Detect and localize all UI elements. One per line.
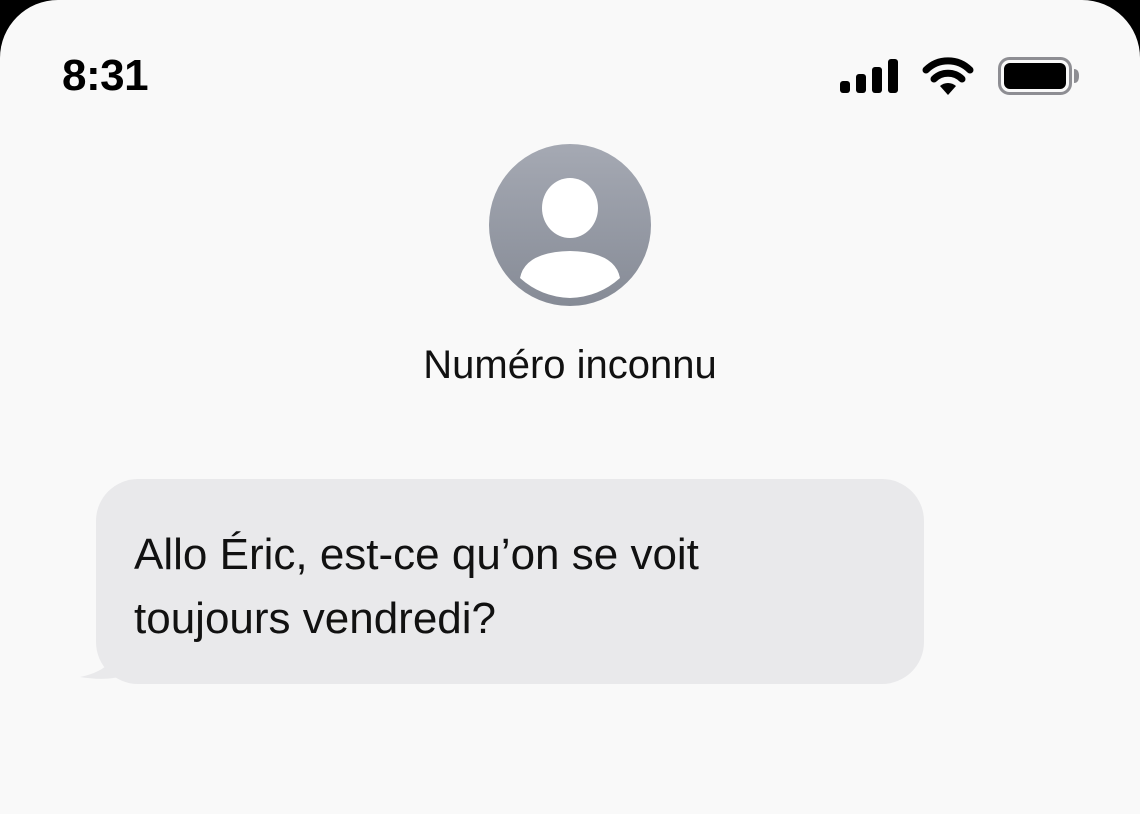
contact-name[interactable]: Numéro inconnu [0, 341, 1140, 389]
contact-avatar[interactable] [489, 144, 651, 306]
messages-screen: 8:31 Numéro inconnu Allo Éric, est-ce qu… [0, 0, 1140, 814]
wifi-icon [922, 57, 974, 95]
status-icons [840, 56, 1080, 96]
person-placeholder-icon [489, 144, 651, 306]
message-text: Allo Éric, est-ce qu’on se voit toujours… [134, 530, 699, 643]
battery-icon [998, 57, 1080, 95]
message-bubble[interactable]: Allo Éric, est-ce qu’on se voit toujours… [96, 479, 924, 684]
incoming-message[interactable]: Allo Éric, est-ce qu’on se voit toujours… [80, 479, 926, 684]
cellular-signal-icon [840, 59, 898, 93]
status-time: 8:31 [62, 51, 149, 100]
